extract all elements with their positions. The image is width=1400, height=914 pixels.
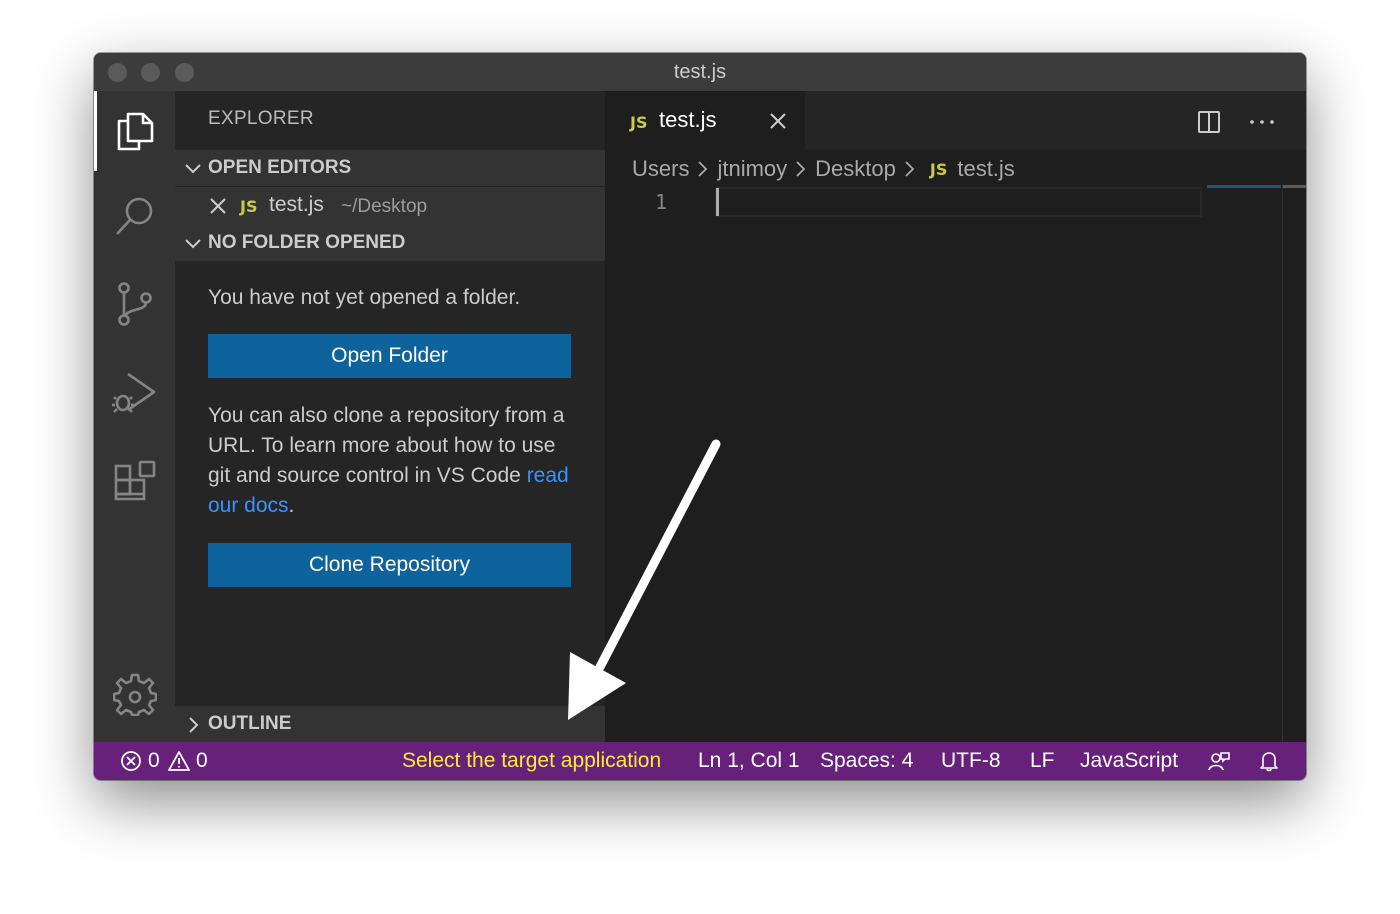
tab-label: test.js [659, 107, 717, 132]
minimap-divider [1282, 184, 1283, 742]
no-folder-label: NO FOLDER OPENED [208, 232, 406, 253]
minimap-line[interactable] [1207, 185, 1281, 188]
search-icon [115, 197, 152, 235]
feedback-icon[interactable] [1207, 750, 1231, 772]
js-file-icon: JS [929, 159, 948, 179]
vertical-scrollbar[interactable] [1283, 185, 1306, 188]
gear-icon [112, 673, 157, 716]
close-editor-icon[interactable] [209, 197, 227, 215]
no-folder-header[interactable]: NO FOLDER OPENED [175, 225, 605, 261]
files-icon [117, 112, 153, 151]
chevron-right-icon [905, 161, 915, 177]
breadcrumb: Users jtnimoy Desktop JS test.js [632, 155, 1015, 183]
status-bar: 0 0 Select the target application Ln 1, … [94, 742, 1306, 780]
breadcrumb-users[interactable]: Users [632, 156, 689, 181]
explorer-activity-button[interactable] [94, 91, 175, 171]
outline-header[interactable]: OUTLINE [175, 706, 605, 742]
clone-info-prefix: You can also clone a repository from a U… [208, 404, 565, 487]
split-editor-icon[interactable] [1197, 110, 1221, 134]
search-activity-button[interactable] [94, 176, 175, 256]
close-tab-icon[interactable] [769, 112, 787, 130]
outline-label: OUTLINE [208, 713, 292, 734]
js-file-icon: JS [630, 113, 648, 132]
window-title: test.js [673, 61, 727, 83]
text-cursor [716, 188, 719, 216]
breadcrumb-desktop[interactable]: Desktop [815, 156, 896, 181]
explorer-sidebar: EXPLORER OPEN EDITORS JS test.js ~/Deskt… [175, 91, 605, 742]
current-line-highlight[interactable] [715, 187, 1202, 217]
bell-icon[interactable] [1258, 750, 1280, 772]
sidebar-title: EXPLORER [208, 108, 314, 129]
error-icon[interactable] [120, 750, 142, 772]
clone-repository-button[interactable]: Clone Repository [208, 543, 571, 587]
activity-bar [94, 91, 175, 742]
extensions-activity-button[interactable] [94, 441, 175, 521]
open-editor-filename: test.js [269, 193, 324, 216]
title-bar: test.js [94, 53, 1306, 91]
line-number: 1 [655, 190, 668, 214]
open-folder-button[interactable]: Open Folder [208, 334, 571, 378]
encoding[interactable]: UTF-8 [941, 742, 1001, 780]
warning-count[interactable]: 0 [196, 742, 208, 780]
vscode-window: test.js EXPLORER OPEN EDITORS JS test.js… [94, 53, 1306, 780]
language-mode[interactable]: JavaScript [1080, 742, 1178, 780]
open-editor-item[interactable]: JS test.js ~/Desktop [175, 187, 605, 225]
cursor-position[interactable]: Ln 1, Col 1 [698, 742, 800, 780]
editor-tab-strip: JS test.js [605, 91, 1306, 150]
open-editors-header[interactable]: OPEN EDITORS [175, 150, 605, 186]
open-editor-path: ~/Desktop [341, 196, 428, 217]
more-actions-icon[interactable] [1249, 110, 1275, 134]
chevron-down-icon [185, 239, 201, 249]
open-editors-label: OPEN EDITORS [208, 157, 352, 178]
chevron-right-icon [189, 717, 199, 733]
run-debug-icon [111, 372, 155, 413]
run-debug-activity-button[interactable] [94, 353, 175, 433]
clone-info-text: You can also clone a repository from a U… [208, 401, 578, 521]
end-of-line[interactable]: LF [1030, 742, 1055, 780]
chevron-right-icon [796, 161, 806, 177]
warning-icon[interactable] [168, 750, 190, 772]
no-folder-message: You have not yet opened a folder. [208, 286, 521, 309]
breadcrumb-file[interactable]: test.js [957, 156, 1014, 181]
extensions-icon [114, 460, 155, 501]
indentation[interactable]: Spaces: 4 [820, 742, 913, 780]
js-file-icon: JS [240, 197, 258, 216]
settings-activity-button[interactable] [94, 654, 175, 734]
source-control-icon [117, 282, 152, 326]
clone-info-suffix: . [288, 494, 295, 517]
status-message[interactable]: Select the target application [402, 742, 661, 780]
source-control-activity-button[interactable] [94, 264, 175, 344]
error-count[interactable]: 0 [148, 742, 160, 780]
chevron-right-icon [698, 161, 708, 177]
editor-tab-test-js[interactable]: JS test.js [605, 91, 805, 150]
breadcrumb-jtnimoy[interactable]: jtnimoy [717, 156, 787, 181]
editor-area: JS test.js Users jtnimoy Desktop JS test.js … [605, 91, 1306, 742]
chevron-down-icon [185, 164, 201, 174]
